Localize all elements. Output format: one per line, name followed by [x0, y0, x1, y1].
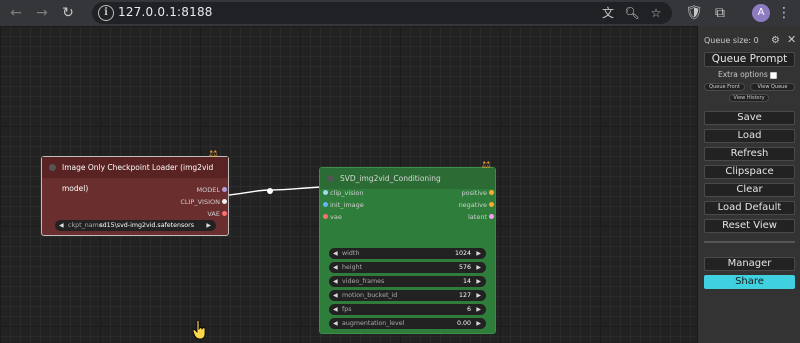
output-positive[interactable]: positive: [462, 189, 494, 197]
increment-arrow-icon[interactable]: ▶: [476, 290, 481, 301]
clipspace-button[interactable]: Clipspace: [704, 165, 795, 179]
save-button[interactable]: Save: [704, 111, 795, 125]
forward-arrow-icon[interactable]: →: [32, 3, 52, 23]
browser-toolbar: ← → ↻ i 127.0.0.1:8188 文 🔍︎ ☆ 🛡︎ ⧉ A ⋮: [0, 0, 800, 26]
increment-arrow-icon[interactable]: ▶: [476, 276, 481, 287]
translate-icon[interactable]: 文: [600, 5, 616, 21]
load-default-button[interactable]: Load Default: [704, 201, 795, 215]
clear-button[interactable]: Clear: [704, 183, 795, 197]
output-model[interactable]: MODEL: [197, 186, 227, 194]
settings-gear-icon[interactable]: ⚙: [771, 35, 780, 46]
hand-cursor-icon: [193, 320, 206, 340]
view-history-button[interactable]: View History: [729, 94, 769, 102]
height-widget[interactable]: ◀ height 576 ▶: [329, 262, 486, 273]
output-clip-vision[interactable]: CLIP_VISION: [180, 198, 227, 206]
extra-options-checkbox[interactable]: Extra options: [718, 70, 777, 79]
output-negative[interactable]: negative: [459, 201, 494, 209]
collapse-dot-icon[interactable]: [327, 175, 334, 182]
decrement-arrow-icon[interactable]: ◀: [333, 262, 338, 273]
node-title[interactable]: Image Only Checkpoint Loader (img2vid mo…: [42, 157, 228, 193]
svd-img2vid-conditioning-node[interactable]: 🦊︎ SVD_img2vid_Conditioning clip_vision …: [319, 161, 496, 334]
share-button[interactable]: Share: [704, 275, 795, 289]
zoom-icon[interactable]: 🔍︎: [624, 5, 640, 21]
view-queue-button[interactable]: View Queue: [750, 83, 795, 91]
port-dot-icon[interactable]: [489, 202, 494, 207]
manager-button[interactable]: Manager: [704, 257, 795, 271]
queue-size-label: Queue size: 0: [704, 36, 759, 45]
site-info-icon[interactable]: i: [98, 5, 114, 21]
queue-prompt-button[interactable]: Queue Prompt: [704, 52, 795, 67]
ckpt-name-widget[interactable]: ◀ ckpt_name sd15\svd-img2vid.safetensors…: [55, 220, 216, 231]
menu-divider: [704, 241, 795, 243]
decrement-arrow-icon[interactable]: ◀: [333, 248, 338, 259]
collapse-dot-icon[interactable]: [49, 164, 56, 171]
load-button[interactable]: Load: [704, 129, 795, 143]
port-dot-icon[interactable]: [222, 199, 227, 204]
increment-arrow-icon[interactable]: ▶: [476, 318, 481, 329]
bookmark-star-icon[interactable]: ☆: [648, 5, 664, 21]
close-icon[interactable]: ✕: [787, 33, 796, 46]
port-dot-icon[interactable]: [222, 211, 227, 216]
port-dot-icon[interactable]: [323, 190, 328, 195]
input-init-image[interactable]: init_image: [323, 201, 364, 209]
increment-arrow-icon[interactable]: ▶: [476, 304, 481, 315]
back-arrow-icon[interactable]: ←: [6, 3, 26, 23]
reload-icon[interactable]: ↻: [58, 3, 78, 23]
checkbox-icon[interactable]: [769, 71, 777, 79]
extension-shield-icon[interactable]: 🛡︎: [684, 3, 704, 23]
node-graph-canvas[interactable]: 🦊︎ Image Only Checkpoint Loader (img2vid…: [0, 26, 697, 343]
address-bar[interactable]: i 127.0.0.1:8188 文 🔍︎ ☆: [92, 2, 672, 24]
input-vae[interactable]: vae: [323, 213, 342, 221]
augmentation-level-widget[interactable]: ◀ augmentation_level 0.00 ▶: [329, 318, 486, 329]
video-frames-widget[interactable]: ◀ video_frames 14 ▶: [329, 276, 486, 287]
decrement-arrow-icon[interactable]: ◀: [333, 304, 338, 315]
increment-arrow-icon[interactable]: ▶: [206, 220, 211, 231]
comfy-side-menu: Queue size: 0 ⚙ ✕ Queue Prompt Extra opt…: [697, 26, 800, 343]
refresh-button[interactable]: Refresh: [704, 147, 795, 161]
image-only-checkpoint-loader-node[interactable]: 🦊︎ Image Only Checkpoint Loader (img2vid…: [41, 150, 229, 236]
decrement-arrow-icon[interactable]: ◀: [59, 220, 64, 231]
decrement-arrow-icon[interactable]: ◀: [333, 318, 338, 329]
decrement-arrow-icon[interactable]: ◀: [333, 276, 338, 287]
url-text: 127.0.0.1:8188: [118, 5, 213, 19]
fps-widget[interactable]: ◀ fps 6 ▶: [329, 304, 486, 315]
profile-avatar[interactable]: A: [752, 4, 770, 22]
output-vae[interactable]: VAE: [207, 210, 227, 218]
reset-view-button[interactable]: Reset View: [704, 219, 795, 233]
input-clip-vision[interactable]: clip_vision: [323, 189, 364, 197]
browser-menu-icon[interactable]: ⋮: [774, 3, 794, 23]
decrement-arrow-icon[interactable]: ◀: [333, 290, 338, 301]
output-latent[interactable]: latent: [468, 213, 494, 221]
link-midpoint[interactable]: [267, 188, 273, 194]
motion-bucket-id-widget[interactable]: ◀ motion_bucket_id 127 ▶: [329, 290, 486, 301]
port-dot-icon[interactable]: [489, 190, 494, 195]
width-widget[interactable]: ◀ width 1024 ▶: [329, 248, 486, 259]
node-title[interactable]: SVD_img2vid_Conditioning: [320, 168, 495, 189]
port-dot-icon[interactable]: [323, 214, 328, 219]
increment-arrow-icon[interactable]: ▶: [476, 248, 481, 259]
increment-arrow-icon[interactable]: ▶: [476, 262, 481, 273]
port-dot-icon[interactable]: [222, 187, 227, 192]
port-dot-icon[interactable]: [323, 202, 328, 207]
port-dot-icon[interactable]: [489, 214, 494, 219]
extensions-puzzle-icon[interactable]: ⧉: [710, 3, 730, 23]
queue-front-button[interactable]: Queue Front: [704, 83, 745, 91]
